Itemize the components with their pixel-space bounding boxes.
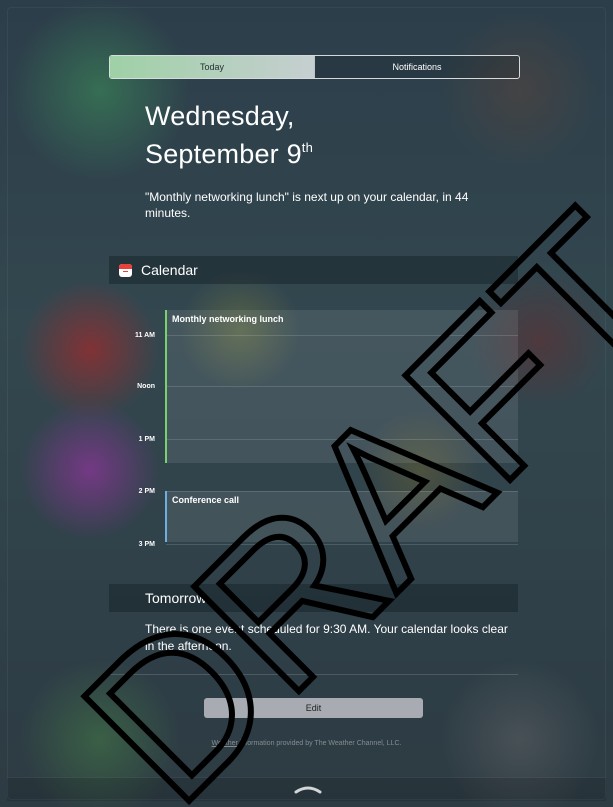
time-label-noon: Noon (137, 383, 155, 390)
tab-today[interactable]: Today (110, 56, 314, 78)
month-day-text: September 9 (145, 139, 302, 169)
grabber-handle-icon[interactable] (293, 784, 323, 794)
weather-credit-text: information provided by The Weather Chan… (237, 740, 402, 747)
weekday-text: Wednesday, (145, 101, 295, 131)
time-label-11am: 11 AM (135, 332, 155, 339)
weather-credit: Weather information provided by The Weat… (0, 740, 613, 747)
edit-button[interactable]: Edit (204, 698, 423, 718)
event-title: Conference call (172, 495, 240, 505)
tomorrow-widget-header[interactable]: Tomorrow (109, 584, 518, 612)
divider (109, 674, 518, 675)
date-heading: Wednesday, September 9th (145, 100, 313, 170)
event-title: Monthly networking lunch (172, 314, 284, 324)
tomorrow-title: Tomorrow (145, 590, 207, 606)
hour-gridline (166, 544, 518, 545)
day-suffix: th (301, 140, 314, 155)
today-summary: "Monthly networking lunch" is next up on… (145, 190, 469, 220)
time-label-2pm: 2 PM (138, 488, 155, 495)
tab-notifications[interactable]: Notifications (314, 56, 519, 78)
calendar-icon (119, 263, 132, 277)
calendar-widget-title: Calendar (141, 262, 198, 278)
calendar-event[interactable]: Monthly networking lunch (165, 310, 518, 463)
time-label-3pm: 3 PM (138, 541, 155, 548)
month-day-line: September 9th (145, 132, 313, 170)
calendar-event[interactable]: Conference call (165, 491, 518, 542)
calendar-widget-header[interactable]: Calendar (109, 256, 518, 284)
time-label-1pm: 1 PM (138, 436, 155, 443)
calendar-timeline: 11 AM Noon 1 PM 2 PM 3 PM Monthly networ… (109, 305, 518, 555)
view-segmented-control: Today Notifications (109, 55, 520, 79)
tomorrow-summary: There is one event scheduled for 9:30 AM… (145, 622, 508, 653)
weather-link[interactable]: Weather (212, 740, 238, 747)
